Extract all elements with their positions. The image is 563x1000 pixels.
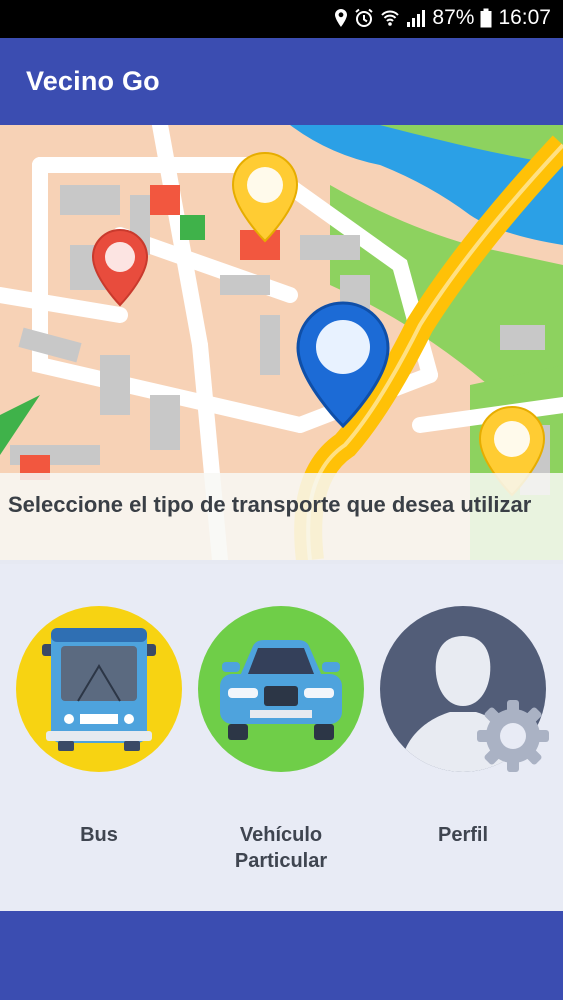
instruction-banner: Seleccione el tipo de transporte que des… bbox=[0, 473, 563, 560]
option-private-vehicle[interactable]: Vehículo Particular bbox=[196, 606, 366, 874]
car-icon[interactable] bbox=[198, 606, 364, 772]
bottom-bar bbox=[0, 911, 563, 1000]
wifi-icon bbox=[381, 10, 400, 26]
status-time: 16:07 bbox=[498, 6, 551, 29]
option-profile-label: Perfil bbox=[437, 824, 489, 846]
option-bus[interactable]: Bus bbox=[14, 606, 184, 848]
signal-icon bbox=[407, 10, 426, 27]
profile-icon[interactable] bbox=[380, 606, 549, 772]
app-title: Vecino Go bbox=[26, 66, 160, 96]
location-icon bbox=[335, 9, 348, 27]
option-profile[interactable]: Perfil bbox=[378, 606, 549, 848]
app-bar: Vecino Go bbox=[0, 38, 563, 125]
option-private-vehicle-label: Vehículo Particular bbox=[234, 824, 328, 872]
map-pin-yellow-icon bbox=[231, 151, 299, 243]
transport-options-panel: Bus Vehículo Particular Perfil bbox=[0, 564, 563, 911]
option-bus-label: Bus bbox=[80, 824, 118, 846]
gear-icon bbox=[477, 700, 549, 772]
instruction-text: Seleccione el tipo de transporte que des… bbox=[8, 492, 532, 517]
bus-icon[interactable] bbox=[16, 606, 182, 772]
alarm-icon bbox=[355, 8, 374, 27]
battery-icon bbox=[480, 8, 492, 28]
status-icons: 87% 16:07 bbox=[334, 6, 551, 30]
status-bar: 87% 16:07 bbox=[0, 0, 563, 38]
map-pin-red-icon bbox=[91, 228, 149, 307]
battery-percent: 87% bbox=[432, 6, 475, 29]
